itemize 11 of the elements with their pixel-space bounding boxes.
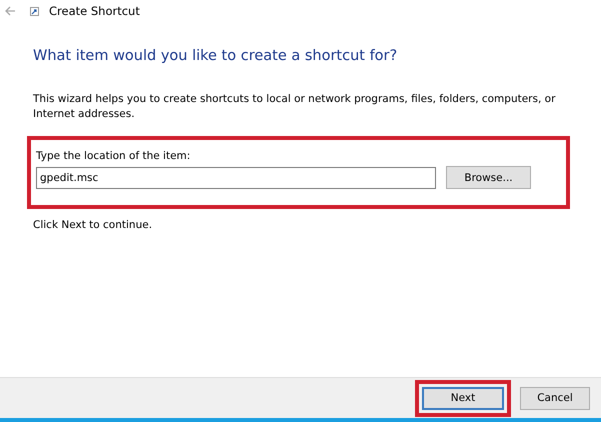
- description-text: This wizard helps you to create shortcuts to local or network programs, files, folders, computers, or Internet addresses.: [33, 92, 556, 122]
- window-title: Create Shortcut: [49, 4, 140, 18]
- browse-button[interactable]: Browse...: [446, 166, 531, 189]
- shortcut-icon: [30, 6, 39, 16]
- hint-text: Click Next to continue.: [33, 219, 154, 231]
- wizard-heading: What item would you like to create a shortcut for?: [33, 48, 398, 64]
- cancel-button[interactable]: Cancel: [520, 386, 590, 410]
- location-field[interactable]: gpedit.msc: [36, 166, 436, 188]
- next-button[interactable]: Next: [422, 386, 504, 410]
- location-label: Type the location of the item:: [36, 150, 192, 162]
- back-arrow-icon[interactable]: [4, 6, 16, 16]
